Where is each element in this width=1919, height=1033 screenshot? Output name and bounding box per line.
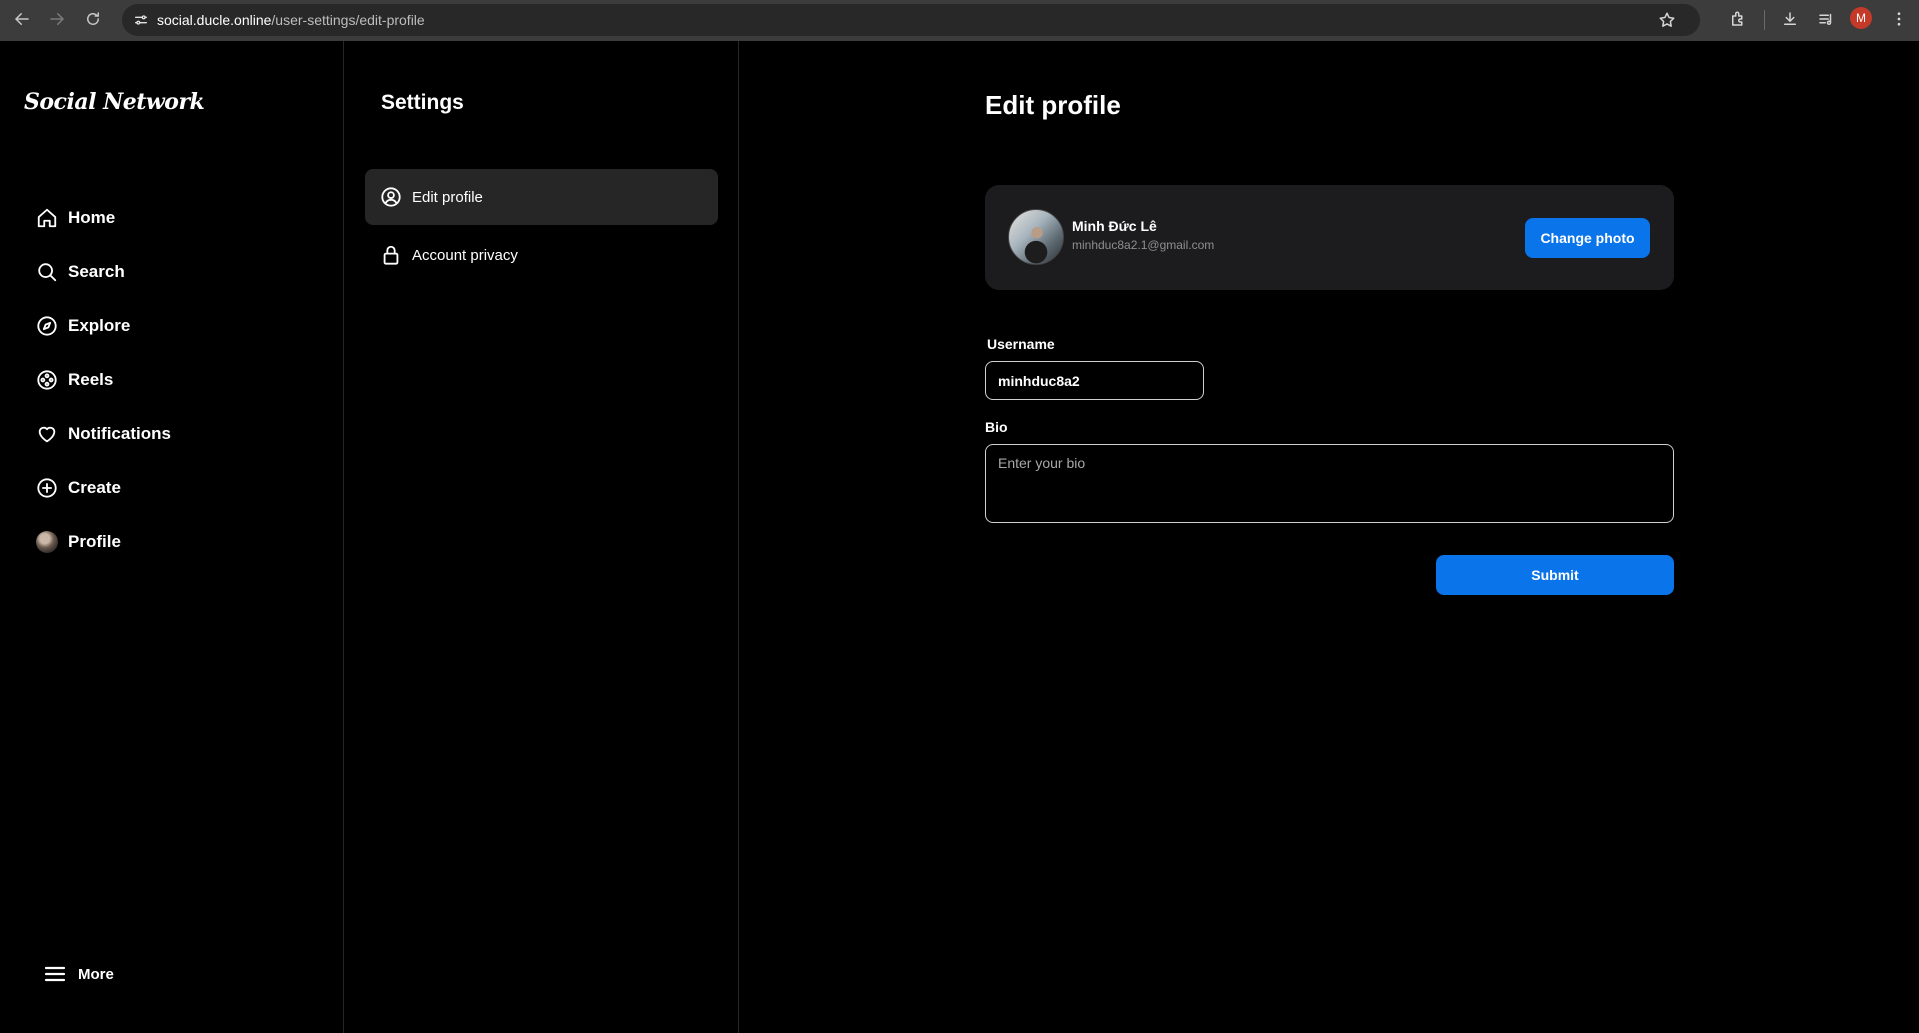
profile-avatar-icon: [26, 528, 68, 556]
sidebar-item-label: Notifications: [68, 424, 171, 443]
profile-email: minhduc8a2.1@gmail.com: [1072, 238, 1215, 252]
sidebar-item-reels[interactable]: Reels: [26, 358, 326, 402]
site-info-icon[interactable]: [130, 9, 152, 31]
url-text: social.ducle.online/user-settings/edit-p…: [157, 12, 425, 28]
browser-profile-avatar[interactable]: M: [1850, 7, 1872, 29]
sidebar-item-home[interactable]: Home: [26, 196, 326, 240]
download-icon[interactable]: [1777, 6, 1803, 32]
bio-textarea[interactable]: [985, 444, 1674, 523]
sidebar-item-notifications[interactable]: Notifications: [26, 412, 326, 456]
extensions-icon[interactable]: [1725, 6, 1751, 32]
media-queue-icon[interactable]: [1813, 6, 1839, 32]
hamburger-menu-icon: [40, 959, 70, 989]
sidebar-item-explore[interactable]: Explore: [26, 304, 326, 348]
settings-item-label: Edit profile: [412, 188, 483, 206]
bio-label: Bio: [985, 419, 1008, 435]
compass-icon: [26, 312, 68, 340]
url-path: /user-settings/edit-profile: [271, 12, 425, 28]
back-icon[interactable]: [9, 6, 35, 32]
sidebar-item-label: Home: [68, 208, 116, 227]
address-bar[interactable]: social.ducle.online/user-settings/edit-p…: [122, 4, 1700, 36]
user-circle-icon: [380, 185, 402, 209]
profile-name: Minh Đức Lê: [1072, 218, 1157, 234]
toolbar-divider: [1764, 10, 1765, 30]
more-label: More: [78, 965, 114, 983]
settings-panel: Settings Edit profile Account privacy: [344, 41, 739, 1033]
sidebar-more-button[interactable]: More: [40, 959, 114, 989]
sidebar-item-label: Reels: [68, 370, 114, 389]
settings-title: Settings: [381, 91, 464, 114]
home-icon: [26, 204, 68, 232]
forward-icon[interactable]: [44, 6, 70, 32]
app-logo[interactable]: Social Network: [24, 89, 205, 115]
sidebar-item-search[interactable]: Search: [26, 250, 326, 294]
submit-button[interactable]: Submit: [1436, 555, 1674, 595]
heart-icon: [26, 420, 68, 448]
sidebar-item-label: Search: [68, 262, 125, 281]
reload-icon[interactable]: [80, 6, 106, 32]
settings-item-edit-profile[interactable]: Edit profile: [365, 169, 718, 225]
username-input[interactable]: [985, 361, 1204, 400]
sidebar-item-label: Create: [68, 478, 121, 497]
sidebar-item-label: Explore: [68, 316, 131, 335]
bookmark-star-icon[interactable]: [1654, 7, 1680, 33]
page-title: Edit profile: [985, 90, 1121, 120]
settings-item-label: Account privacy: [412, 246, 518, 264]
url-domain: social.ducle.online: [157, 12, 272, 28]
avatar: [36, 531, 58, 553]
edit-profile-main: Edit profile Minh Đức Lê minhduc8a2.1@gm…: [739, 41, 1919, 1033]
settings-item-account-privacy[interactable]: Account privacy: [365, 227, 718, 283]
sidebar-item-profile[interactable]: Profile: [26, 520, 326, 564]
profile-card: Minh Đức Lê minhduc8a2.1@gmail.com Chang…: [985, 185, 1674, 290]
plus-circle-icon: [26, 474, 68, 502]
reels-icon: [26, 366, 68, 394]
kebab-menu-icon[interactable]: [1886, 6, 1912, 32]
change-photo-button[interactable]: Change photo: [1525, 218, 1650, 258]
search-icon: [26, 258, 68, 286]
username-label: Username: [987, 336, 1055, 352]
avatar[interactable]: [1008, 209, 1064, 265]
lock-icon: [380, 243, 402, 267]
browser-toolbar: social.ducle.online/user-settings/edit-p…: [0, 0, 1919, 41]
sidebar-item-label: Profile: [68, 532, 121, 551]
sidebar-item-create[interactable]: Create: [26, 466, 326, 510]
main-sidebar: Social Network Home Search Explore Reels…: [0, 41, 344, 1033]
